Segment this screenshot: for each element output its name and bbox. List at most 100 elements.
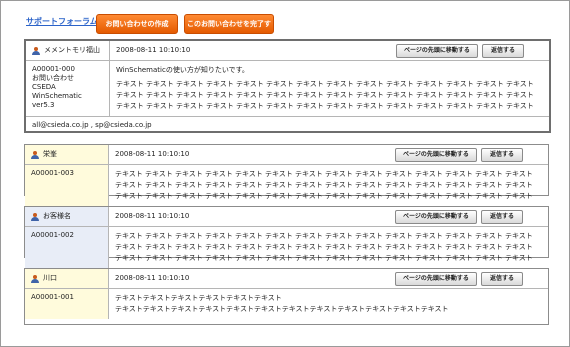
- text-word: テキスト: [446, 80, 474, 88]
- text-word: テキスト: [145, 192, 173, 200]
- text-word: テキスト: [266, 102, 294, 110]
- thread-version: ver5.3: [32, 101, 55, 109]
- text-word: テキスト: [476, 80, 504, 88]
- text-word: テキスト: [506, 102, 534, 110]
- text-word: テキスト: [505, 232, 533, 240]
- jump-top-button[interactable]: ページの先頭に移動する: [395, 148, 477, 162]
- date-cell: 2008-08-11 10:10:10 ページの先頭に移動する 返信する: [109, 207, 548, 226]
- text-word: テキスト: [446, 102, 474, 110]
- text-word: テキスト: [475, 192, 503, 200]
- text-word: テキスト: [325, 181, 353, 189]
- reply-button[interactable]: 返信する: [481, 272, 523, 286]
- thread-id: A00001-003: [31, 169, 74, 177]
- text-word: テキスト: [505, 170, 533, 178]
- post-date: 2008-08-11 10:10:10: [115, 274, 190, 282]
- text-word: テキスト: [386, 91, 414, 99]
- message-content: WinSchematicの使い方が知りたいです。 テキスト テキスト テキスト テキス…: [110, 61, 549, 116]
- text-word: テキスト: [385, 243, 413, 251]
- text-word: テキスト: [295, 192, 323, 200]
- post-date: 2008-08-11 10:10:10: [115, 212, 190, 220]
- text-word: テキスト: [475, 232, 503, 240]
- text-word: テキスト: [325, 170, 353, 178]
- text-word: テキスト: [416, 91, 444, 99]
- text-word: テキスト: [445, 181, 473, 189]
- text-word: テキスト: [115, 192, 143, 200]
- top-toolbar: サポートフォーラム お問い合わせの作成 このお問い合わせを完了する: [0, 0, 570, 46]
- text-word: テキスト: [356, 80, 384, 88]
- jump-top-button[interactable]: ページの先頭に移動する: [395, 272, 477, 286]
- message-content: テキスト テキスト テキスト テキスト テキスト テキスト テキスト テキスト テキスト テキスト…: [109, 165, 548, 206]
- text-word: テキスト: [175, 192, 203, 200]
- text-word: テキスト: [445, 232, 473, 240]
- reply-button[interactable]: 返信する: [481, 148, 523, 162]
- text-word: テキスト: [505, 254, 533, 262]
- text-word: テキスト: [265, 181, 293, 189]
- post-date: 2008-08-11 10:10:10: [115, 150, 190, 158]
- text-word: テキスト: [386, 80, 414, 88]
- text-word: テキスト: [475, 181, 503, 189]
- reply-button[interactable]: 返信する: [482, 44, 524, 58]
- text-word: テキスト: [236, 80, 264, 88]
- text-word: テキスト: [325, 254, 353, 262]
- text-word: テキスト: [176, 80, 204, 88]
- thread-card: メメントモリ福山 2008-08-11 10:10:10 ページの先頭に移動する…: [24, 39, 551, 133]
- thread-card: お客様名 2008-08-11 10:10:10 ページの先頭に移動する 返信す…: [24, 206, 549, 268]
- text-word: テキスト: [265, 232, 293, 240]
- text-word: テキスト: [115, 243, 143, 251]
- jump-top-button[interactable]: ページの先頭に移動する: [396, 44, 478, 58]
- text-word: テキスト: [296, 102, 324, 110]
- thread-header: メメントモリ福山 2008-08-11 10:10:10 ページの先頭に移動する…: [26, 41, 549, 61]
- text-word: テキスト: [205, 232, 233, 240]
- text-word: テキスト: [175, 254, 203, 262]
- text-word: テキスト: [235, 181, 263, 189]
- message-text: テキスト テキスト テキスト テキスト テキスト テキスト テキスト テキスト テキスト テキスト…: [115, 169, 542, 202]
- thread-id: A00001-002: [31, 231, 74, 239]
- text-word: テキスト: [445, 254, 473, 262]
- text-word: テキスト: [416, 80, 444, 88]
- message-content: テキスト テキスト テキスト テキスト テキスト テキスト テキスト テキスト テキスト テキスト…: [109, 227, 548, 268]
- user-icon: [31, 150, 39, 159]
- support-forum-link[interactable]: サポートフォーラム: [26, 16, 98, 27]
- create-inquiry-button[interactable]: お問い合わせの作成: [96, 14, 178, 34]
- text-word: テキスト: [115, 181, 143, 189]
- message-subject: WinSchematicの使い方が知りたいです。: [116, 66, 249, 74]
- text-word: テキスト: [206, 102, 234, 110]
- text-word: テキスト: [145, 254, 173, 262]
- author-cell: 栄峯: [25, 145, 109, 164]
- text-word: テキスト: [176, 91, 204, 99]
- thread-body: A00001-003 テキスト テキスト テキスト テキスト テキスト テキスト テキストテ…: [25, 165, 548, 206]
- message-line: テキストテキストテキストテキストテキストテキストテキストテキストテキストテキスト…: [115, 305, 449, 313]
- text-word: テキスト: [355, 170, 383, 178]
- thread-info: A00001-002: [25, 227, 109, 268]
- text-word: テキスト: [235, 192, 263, 200]
- text-word: テキスト: [145, 170, 173, 178]
- thread-card: 川口 2008-08-11 10:10:10 ページの先頭に移動する 返信する …: [24, 268, 549, 325]
- text-word: テキスト: [145, 181, 173, 189]
- recipient-emails: all@csieda.co.jp , sp@csieda.co.jp: [32, 121, 152, 129]
- text-word: テキスト: [175, 170, 203, 178]
- text-word: テキスト: [206, 80, 234, 88]
- text-word: テキスト: [415, 181, 443, 189]
- text-word: テキスト: [385, 170, 413, 178]
- complete-inquiry-button[interactable]: このお問い合わせを完了する: [184, 14, 274, 46]
- text-word: テキスト: [235, 254, 263, 262]
- text-word: テキスト: [205, 170, 233, 178]
- text-word: テキスト: [295, 181, 323, 189]
- text-word: テキスト: [326, 91, 354, 99]
- text-word: テキスト: [476, 102, 504, 110]
- text-word: テキスト: [355, 254, 383, 262]
- text-word: テキスト: [146, 102, 174, 110]
- text-word: テキスト: [205, 254, 233, 262]
- text-word: テキスト: [145, 243, 173, 251]
- jump-top-button[interactable]: ページの先頭に移動する: [395, 210, 477, 224]
- text-word: テキスト: [205, 243, 233, 251]
- text-word: テキスト: [476, 91, 504, 99]
- text-word: テキスト: [446, 91, 474, 99]
- text-word: テキスト: [235, 232, 263, 240]
- thread-product: CSEDA WinSchematic: [32, 83, 82, 100]
- text-word: テキスト: [296, 80, 324, 88]
- text-word: テキスト: [355, 243, 383, 251]
- reply-button[interactable]: 返信する: [481, 210, 523, 224]
- text-word: テキスト: [145, 232, 173, 240]
- text-word: テキスト: [175, 181, 203, 189]
